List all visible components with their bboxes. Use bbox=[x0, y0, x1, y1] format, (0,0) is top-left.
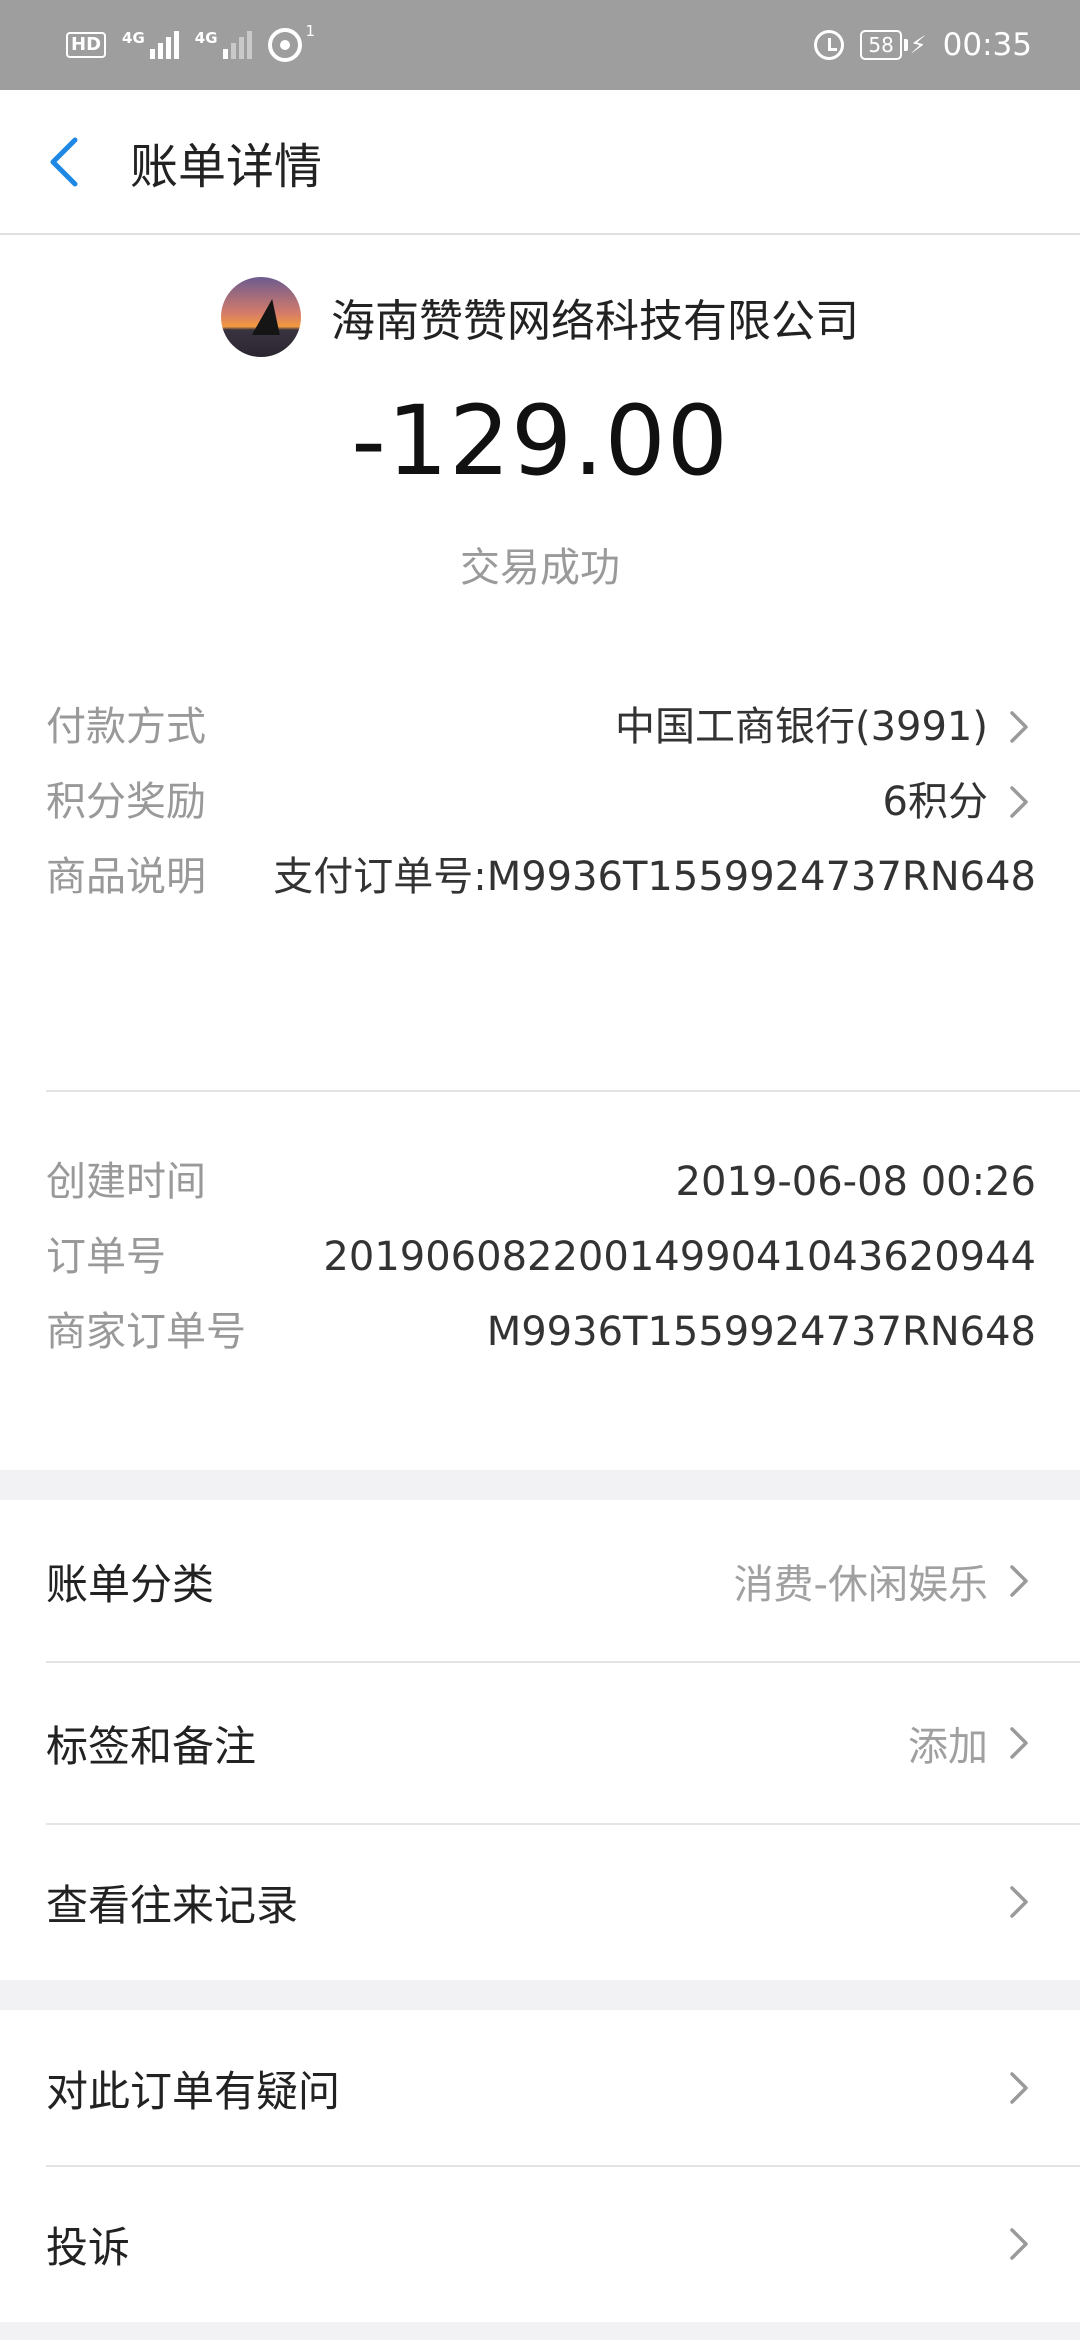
app-header: 账单详情 bbox=[0, 90, 1080, 235]
merchant-row: 海南赞赞网络科技有限公司 bbox=[0, 277, 1080, 357]
signal-icon-2: 4G bbox=[195, 31, 252, 59]
chevron-right-icon bbox=[1002, 707, 1036, 747]
bill-actions-group: 账单分类 消费-休闲娱乐 标签和备注 添加 查看往来记录 bbox=[0, 1500, 1080, 1980]
bill-category-label: 账单分类 bbox=[46, 1559, 215, 1609]
payment-method-value: 中国工商银行(3991) bbox=[614, 704, 988, 750]
tags-notes-row[interactable]: 标签和备注 添加 bbox=[0, 1662, 1080, 1824]
created-time-value: 2019-06-08 00:26 bbox=[675, 1159, 1036, 1205]
created-time-label: 创建时间 bbox=[46, 1159, 206, 1205]
payment-method-row[interactable]: 付款方式 中国工商银行(3991) bbox=[46, 695, 1036, 759]
merchant-order-number-row: 商家订单号 M9936T1559924737RN648 bbox=[46, 1300, 1036, 1364]
chevron-right-icon bbox=[1002, 2224, 1036, 2264]
hotspot-count: 1 bbox=[305, 22, 316, 40]
battery-level: 58 bbox=[860, 30, 902, 60]
complaint-label: 投诉 bbox=[46, 2222, 131, 2272]
back-button[interactable] bbox=[0, 89, 130, 234]
transaction-history-row[interactable]: 查看往来记录 bbox=[0, 1824, 1080, 1980]
signal-icon: 4G bbox=[122, 31, 179, 59]
points-reward-row[interactable]: 积分奖励 6积分 bbox=[46, 770, 1036, 834]
hd-icon: HD bbox=[66, 32, 107, 58]
status-bar: HD 4G 4G 1 58 ⚡ 00:35 bbox=[0, 0, 1080, 90]
payment-method-label: 付款方式 bbox=[46, 704, 206, 750]
bill-category-value: 消费-休闲娱乐 bbox=[733, 1562, 988, 1608]
order-question-row[interactable]: 对此订单有疑问 bbox=[0, 2010, 1080, 2166]
bill-summary-card: 海南赞赞网络科技有限公司 -129.00 交易成功 付款方式 中国工商银行(39… bbox=[0, 235, 1080, 1470]
order-number-label: 订单号 bbox=[46, 1234, 166, 1280]
tags-notes-value: 添加 bbox=[908, 1724, 988, 1770]
chevron-right-icon bbox=[1002, 1723, 1036, 1763]
page-title: 账单详情 bbox=[130, 138, 323, 195]
order-question-label: 对此订单有疑问 bbox=[46, 2066, 341, 2116]
status-bar-right: 58 ⚡ 00:35 bbox=[814, 27, 1032, 63]
charging-icon: ⚡ bbox=[909, 31, 927, 59]
status-bar-left: HD 4G 4G 1 bbox=[66, 22, 315, 62]
complaint-row[interactable]: 投诉 bbox=[0, 2166, 1080, 2322]
section-divider bbox=[46, 1090, 1080, 1092]
tags-notes-label: 标签和备注 bbox=[46, 1721, 257, 1771]
chevron-right-icon bbox=[1002, 782, 1036, 822]
support-group: 对此订单有疑问 投诉 bbox=[0, 2010, 1080, 2322]
points-reward-value: 6积分 bbox=[882, 779, 988, 825]
order-number-value: 2019060822001499041043620944 bbox=[323, 1234, 1036, 1280]
merchant-order-number-label: 商家订单号 bbox=[46, 1309, 246, 1355]
signal-label: 4G bbox=[122, 29, 145, 47]
chevron-right-icon bbox=[1002, 2068, 1036, 2108]
battery-icon: 58 ⚡ bbox=[860, 30, 927, 60]
created-time-row: 创建时间 2019-06-08 00:26 bbox=[46, 1150, 1036, 1214]
signal-label-2: 4G bbox=[194, 29, 218, 47]
merchant-name: 海南赞赞网络科技有限公司 bbox=[331, 296, 859, 347]
merchant-avatar bbox=[221, 277, 301, 357]
chevron-right-icon bbox=[1002, 1561, 1036, 1601]
trade-status: 交易成功 bbox=[460, 545, 620, 591]
product-description-label: 商品说明 bbox=[46, 854, 206, 900]
order-number-row: 订单号 2019060822001499041043620944 bbox=[46, 1225, 1036, 1289]
status-time: 00:35 bbox=[942, 27, 1032, 63]
bill-category-row[interactable]: 账单分类 消费-休闲娱乐 bbox=[0, 1500, 1080, 1662]
product-description-value: 支付订单号:M9936T1559924737RN648 bbox=[273, 854, 1036, 900]
merchant-order-number-value: M9936T1559924737RN648 bbox=[486, 1309, 1036, 1355]
chevron-right-icon bbox=[1002, 1882, 1036, 1922]
hotspot-icon bbox=[267, 28, 302, 62]
transaction-history-label: 查看往来记录 bbox=[46, 1880, 299, 1930]
points-reward-label: 积分奖励 bbox=[46, 779, 206, 825]
chevron-left-icon bbox=[50, 137, 78, 186]
product-description-row: 商品说明 支付订单号:M9936T1559924737RN648 bbox=[46, 845, 1036, 909]
alarm-icon bbox=[814, 30, 845, 60]
bill-amount: -129.00 bbox=[351, 385, 729, 497]
